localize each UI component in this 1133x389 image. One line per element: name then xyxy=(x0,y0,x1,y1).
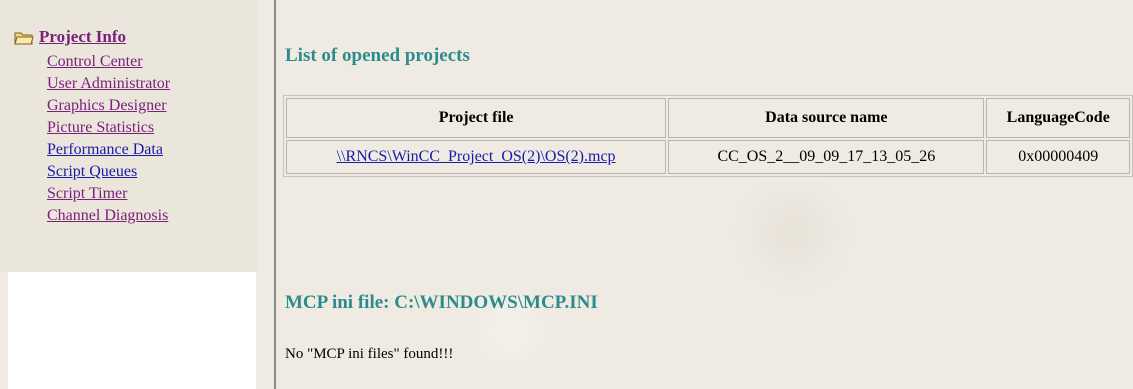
sidebar-nav: Project Info Control Center User Adminis… xyxy=(0,0,258,389)
frame-divider[interactable] xyxy=(274,0,276,389)
project-file-link[interactable]: \\RNCS\WinCC_Project_OS(2)\OS(2).mcp xyxy=(337,148,616,165)
cell-data-source-name: CC_OS_2__09_09_17_13_05_26 xyxy=(668,140,985,174)
table-header-row: Project file Data source name LanguageCo… xyxy=(286,98,1130,138)
nav-link-picture-statistics[interactable]: Picture Statistics xyxy=(47,119,154,136)
projects-table: Project file Data source name LanguageCo… xyxy=(283,95,1133,177)
nav-item-picture-statistics: Picture Statistics xyxy=(47,117,170,139)
column-header-project-file: Project file xyxy=(286,98,667,138)
cell-language-code: 0x00000409 xyxy=(986,140,1130,174)
nav-link-script-timer[interactable]: Script Timer xyxy=(47,185,127,202)
nav-link-script-queues[interactable]: Script Queues xyxy=(47,163,137,180)
nav-item-graphics-designer: Graphics Designer xyxy=(47,95,170,117)
folder-open-icon xyxy=(14,32,34,45)
nav-root-link[interactable]: Project Info xyxy=(39,27,126,47)
nav-link-control-center[interactable]: Control Center xyxy=(47,53,143,70)
sidebar-blank-area xyxy=(8,272,256,389)
nav-item-user-administrator: User Administrator xyxy=(47,73,170,95)
nav-link-channel-diagnosis[interactable]: Channel Diagnosis xyxy=(47,207,168,224)
mcp-message: No "MCP ini files" found!!! xyxy=(285,346,454,362)
mcp-heading: MCP ini file: C:\WINDOWS\MCP.INI xyxy=(285,292,598,313)
nav-item-performance-data: Performance Data xyxy=(47,139,170,161)
nav-link-graphics-designer[interactable]: Graphics Designer xyxy=(47,97,167,114)
column-header-language-code: LanguageCode xyxy=(986,98,1130,138)
nav-item-channel-diagnosis: Channel Diagnosis xyxy=(47,205,170,227)
column-header-data-source-name: Data source name xyxy=(668,98,985,138)
cell-project-file: \\RNCS\WinCC_Project_OS(2)\OS(2).mcp xyxy=(286,140,667,174)
nav-item-script-timer: Script Timer xyxy=(47,183,170,205)
nav-item-script-queues: Script Queues xyxy=(47,161,170,183)
nav-link-performance-data[interactable]: Performance Data xyxy=(47,141,163,158)
nav-link-user-administrator[interactable]: User Administrator xyxy=(47,75,170,92)
nav-root-item[interactable]: Project Info xyxy=(14,27,126,47)
projects-heading: List of opened projects xyxy=(285,45,470,66)
nav-item-control-center: Control Center xyxy=(47,51,170,73)
nav-list: Control Center User Administrator Graphi… xyxy=(47,51,170,227)
table-row: \\RNCS\WinCC_Project_OS(2)\OS(2).mcp CC_… xyxy=(286,140,1130,174)
